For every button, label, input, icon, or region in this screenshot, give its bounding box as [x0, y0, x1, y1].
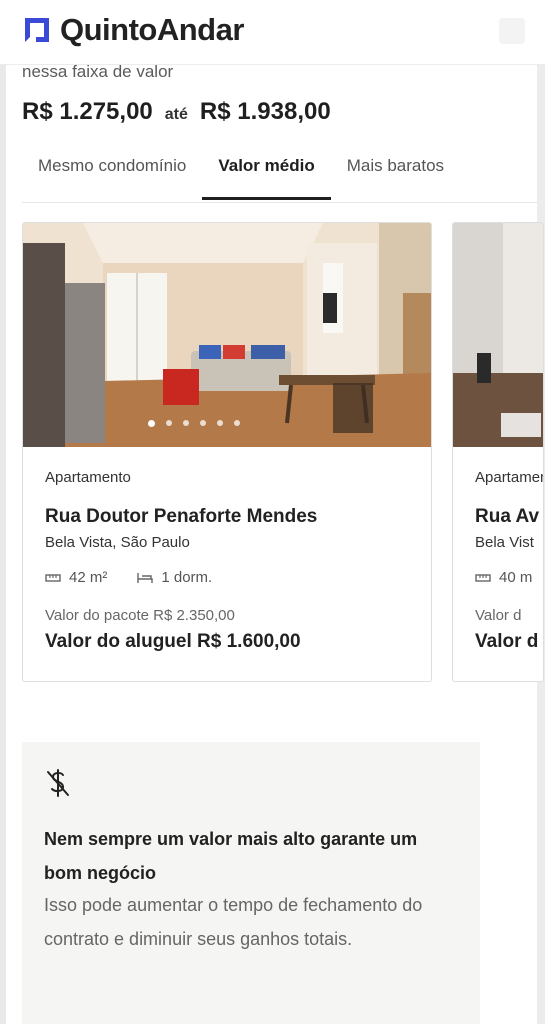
- tab-mesmo-condominio[interactable]: Mesmo condomínio: [22, 150, 202, 198]
- info-body: Isso pode aumentar o tempo de fechamento…: [44, 895, 423, 949]
- tab-mais-baratos[interactable]: Mais baratos: [331, 150, 460, 198]
- rent-value: Valor d: [475, 631, 539, 652]
- pagination-dot[interactable]: [200, 420, 206, 426]
- area-icon: [45, 573, 61, 582]
- property-type: Apartamento: [475, 469, 543, 486]
- range-subtitle: nessa faixa de valor: [22, 62, 174, 81]
- listing-card[interactable]: Apartamento Rua Av Bela Vist 40 m Valor …: [452, 222, 544, 682]
- range-separator: até: [164, 106, 188, 123]
- info-box: Nem sempre um valor mais alto garante um…: [22, 742, 480, 1024]
- pagination-dot[interactable]: [166, 420, 172, 426]
- bed-icon: [137, 572, 154, 583]
- property-features: 40 m: [475, 569, 532, 586]
- filter-tabs: Mesmo condomínio Valor médio Mais barato…: [22, 150, 537, 203]
- brand-logo[interactable]: QuintoAndar: [22, 12, 244, 48]
- tab-valor-medio[interactable]: Valor médio: [202, 150, 332, 200]
- pagination-dot[interactable]: [183, 420, 189, 426]
- property-street: Rua Doutor Penaforte Mendes: [45, 506, 318, 527]
- max-price: R$ 1.938,00: [199, 98, 331, 125]
- property-area: 42 m²: [69, 569, 108, 586]
- pagination-dot[interactable]: [234, 420, 240, 426]
- property-neighborhood: Bela Vist: [475, 534, 534, 551]
- min-price: R$ 1.275,00: [22, 98, 153, 125]
- app-header: QuintoAndar: [0, 0, 545, 65]
- living-room-photo: [23, 223, 431, 447]
- brand-name: QuintoAndar: [60, 12, 244, 47]
- package-value: Valor do pacote R$ 2.350,00: [45, 607, 235, 624]
- room-photo: [453, 223, 543, 447]
- rent-value: Valor do aluguel R$ 1.600,00: [45, 631, 301, 652]
- property-type: Apartamento: [45, 469, 131, 486]
- menu-icon[interactable]: [499, 18, 525, 44]
- photo-pagination[interactable]: [148, 420, 240, 427]
- package-value: Valor d: [475, 607, 522, 624]
- pagination-dot[interactable]: [217, 420, 223, 426]
- no-dollar-icon: [47, 769, 69, 797]
- area-icon: [475, 573, 491, 582]
- listing-photo[interactable]: [23, 223, 431, 447]
- property-features: 42 m² 1 dorm.: [45, 569, 212, 586]
- quintoandar-logo-icon: [25, 18, 49, 42]
- listing-card[interactable]: Apartamento Rua Doutor Penaforte Mendes …: [22, 222, 432, 682]
- screen-edge-left: [0, 0, 6, 1024]
- property-neighborhood: Bela Vista, São Paulo: [45, 534, 190, 551]
- pagination-dot[interactable]: [148, 420, 155, 427]
- property-area: 40 m: [499, 569, 533, 586]
- info-title: Nem sempre um valor mais alto garante um…: [44, 829, 418, 883]
- property-street: Rua Av: [475, 506, 540, 527]
- property-bedrooms: 1 dorm.: [161, 569, 213, 586]
- listing-photo[interactable]: [453, 223, 543, 447]
- price-range: R$ 1.275,00 até R$ 1.938,00: [22, 98, 331, 126]
